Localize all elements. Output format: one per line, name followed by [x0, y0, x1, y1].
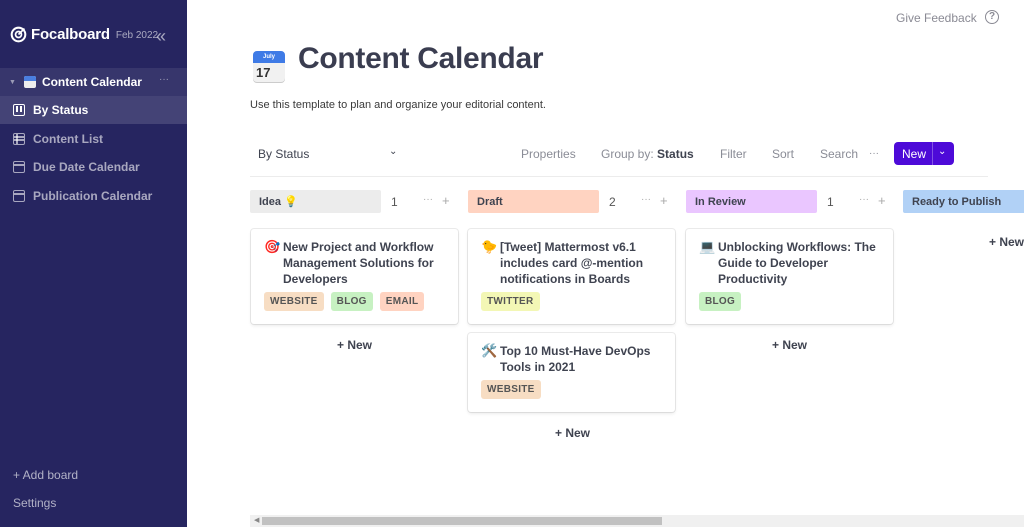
- column-options-icon[interactable]: ···: [423, 194, 433, 205]
- add-new-card-button[interactable]: + New: [337, 338, 372, 352]
- sidebar-item-publication-calendar[interactable]: Publication Calendar: [0, 182, 187, 210]
- view-selector[interactable]: By Status: [258, 147, 309, 161]
- page-title[interactable]: Content Calendar: [298, 42, 544, 76]
- add-card-icon[interactable]: +: [878, 193, 886, 208]
- calendar-icon: [23, 76, 36, 88]
- group-by-value: Status: [657, 147, 694, 161]
- board-description[interactable]: Use this template to plan and organize y…: [250, 99, 546, 111]
- sidebar-item-due-date-calendar[interactable]: Due Date Calendar: [0, 153, 187, 181]
- focalboard-logo-icon: [10, 26, 27, 43]
- sidebar-item-content-list[interactable]: Content List: [0, 125, 187, 153]
- target-icon: 🎯: [264, 239, 281, 254]
- column-header-in-review[interactable]: In Review 1 ··· +: [686, 190, 886, 213]
- tag-email: EMAIL: [379, 292, 425, 311]
- horizontal-scrollbar[interactable]: ◀: [250, 515, 1024, 527]
- new-button-label: New: [902, 146, 927, 161]
- column-label[interactable]: Idea 💡: [250, 190, 381, 213]
- sidebar-item-label: Content List: [33, 132, 103, 146]
- sidebar-item-by-status[interactable]: By Status: [0, 96, 187, 124]
- column-count: 2: [609, 195, 616, 209]
- scrollbar-thumb[interactable]: [262, 517, 662, 525]
- card[interactable]: 🛠️ Top 10 Must-Have DevOps Tools in 2021…: [468, 333, 675, 412]
- column-label[interactable]: Ready to Publish: [903, 190, 1024, 213]
- tag-blog: BLOG: [699, 292, 742, 311]
- sidebar-item-label: Due Date Calendar: [33, 160, 140, 174]
- sort-button[interactable]: Sort: [772, 147, 794, 161]
- card[interactable]: 💻 Unblocking Workflows: The Guide to Dev…: [686, 229, 893, 324]
- group-by-label: Group by:: [601, 147, 654, 161]
- card-title: Unblocking Workflows: The Guide to Devel…: [718, 240, 876, 286]
- scroll-left-arrow-icon[interactable]: ◀: [254, 516, 259, 524]
- tag-website: WEBSITE: [264, 292, 324, 311]
- properties-button[interactable]: Properties: [521, 147, 576, 161]
- card[interactable]: 🐤 [Tweet] Mattermost v6.1 includes card …: [468, 229, 675, 324]
- column-options-icon[interactable]: ···: [859, 194, 869, 205]
- calendar-icon-day: 17: [256, 65, 271, 80]
- group-by-button[interactable]: Group by: Status: [601, 147, 694, 161]
- board-icon: [13, 104, 25, 116]
- chevron-down-icon[interactable]: ⌄: [938, 146, 946, 157]
- sidebar-item-label: Publication Calendar: [33, 189, 153, 203]
- card-tags: WEBSITE: [481, 380, 541, 399]
- add-new-card-button[interactable]: + New: [989, 235, 1024, 249]
- card-title: New Project and Workflow Management Solu…: [283, 240, 434, 286]
- chick-icon: 🐤: [481, 239, 498, 254]
- settings-button[interactable]: Settings: [13, 496, 56, 510]
- laptop-icon: 💻: [699, 239, 716, 254]
- filter-button[interactable]: Filter: [720, 147, 747, 161]
- card-tags: TWITTER: [481, 292, 540, 311]
- add-new-card-button[interactable]: + New: [555, 426, 590, 440]
- board-options-icon[interactable]: ···: [159, 74, 169, 85]
- add-new-card-button[interactable]: + New: [772, 338, 807, 352]
- collapse-sidebar-icon[interactable]: «: [156, 26, 166, 47]
- app-root: Focalboard Feb 2022 « ▼ Content Calendar…: [0, 0, 1024, 527]
- add-board-button[interactable]: + Add board: [13, 468, 78, 482]
- board-calendar-icon[interactable]: July 17: [253, 51, 285, 83]
- tag-website: WEBSITE: [481, 380, 541, 399]
- view-toolbar: By Status ⌄ Properties Group by: Status …: [250, 139, 988, 177]
- card-tags: WEBSITE BLOG EMAIL: [264, 292, 425, 311]
- sidebar-item-label: By Status: [33, 103, 89, 117]
- new-card-button[interactable]: New ⌄: [894, 142, 954, 165]
- column-header-draft[interactable]: Draft 2 ··· +: [468, 190, 668, 213]
- give-feedback-link[interactable]: Give Feedback: [896, 11, 977, 25]
- sidebar-board-content-calendar[interactable]: ▼ Content Calendar ···: [0, 68, 187, 96]
- column-options-icon[interactable]: ···: [641, 194, 651, 205]
- add-card-icon[interactable]: +: [442, 193, 450, 208]
- chevron-down-icon[interactable]: ⌄: [389, 146, 397, 157]
- add-card-icon[interactable]: +: [660, 193, 668, 208]
- column-count: 1: [391, 195, 398, 209]
- table-icon: [13, 133, 25, 145]
- tag-blog: BLOG: [330, 292, 373, 311]
- calendar-icon-month: July: [253, 51, 285, 63]
- new-button-divider: [932, 142, 933, 165]
- help-icon[interactable]: ?: [985, 10, 999, 24]
- card-title: [Tweet] Mattermost v6.1 includes card @-…: [500, 240, 644, 286]
- column-header-idea[interactable]: Idea 💡 1 ··· +: [250, 190, 450, 213]
- column-label[interactable]: Draft: [468, 190, 599, 213]
- sidebar-header: Focalboard Feb 2022: [10, 26, 158, 43]
- card[interactable]: 🎯 New Project and Workflow Management So…: [251, 229, 458, 324]
- card-title: Top 10 Must-Have DevOps Tools in 2021: [500, 344, 651, 374]
- card-tags: BLOG: [699, 292, 742, 311]
- tag-twitter: TWITTER: [481, 292, 540, 311]
- column-count: 1: [827, 195, 834, 209]
- column-label[interactable]: In Review: [686, 190, 817, 213]
- more-options-icon[interactable]: ···: [869, 148, 879, 159]
- tools-icon: 🛠️: [481, 343, 498, 358]
- board-title: Content Calendar: [41, 75, 142, 89]
- calendar-icon: [13, 161, 25, 173]
- version-label: Feb 2022: [115, 30, 159, 41]
- brand-name: Focalboard: [31, 26, 110, 43]
- sidebar: Focalboard Feb 2022 « ▼ Content Calendar…: [0, 0, 187, 527]
- expand-triangle-icon[interactable]: ▼: [9, 79, 16, 86]
- column-header-ready-to-publish[interactable]: Ready to Publish: [903, 190, 1024, 213]
- search-button[interactable]: Search: [820, 147, 858, 161]
- calendar-icon: [13, 190, 25, 202]
